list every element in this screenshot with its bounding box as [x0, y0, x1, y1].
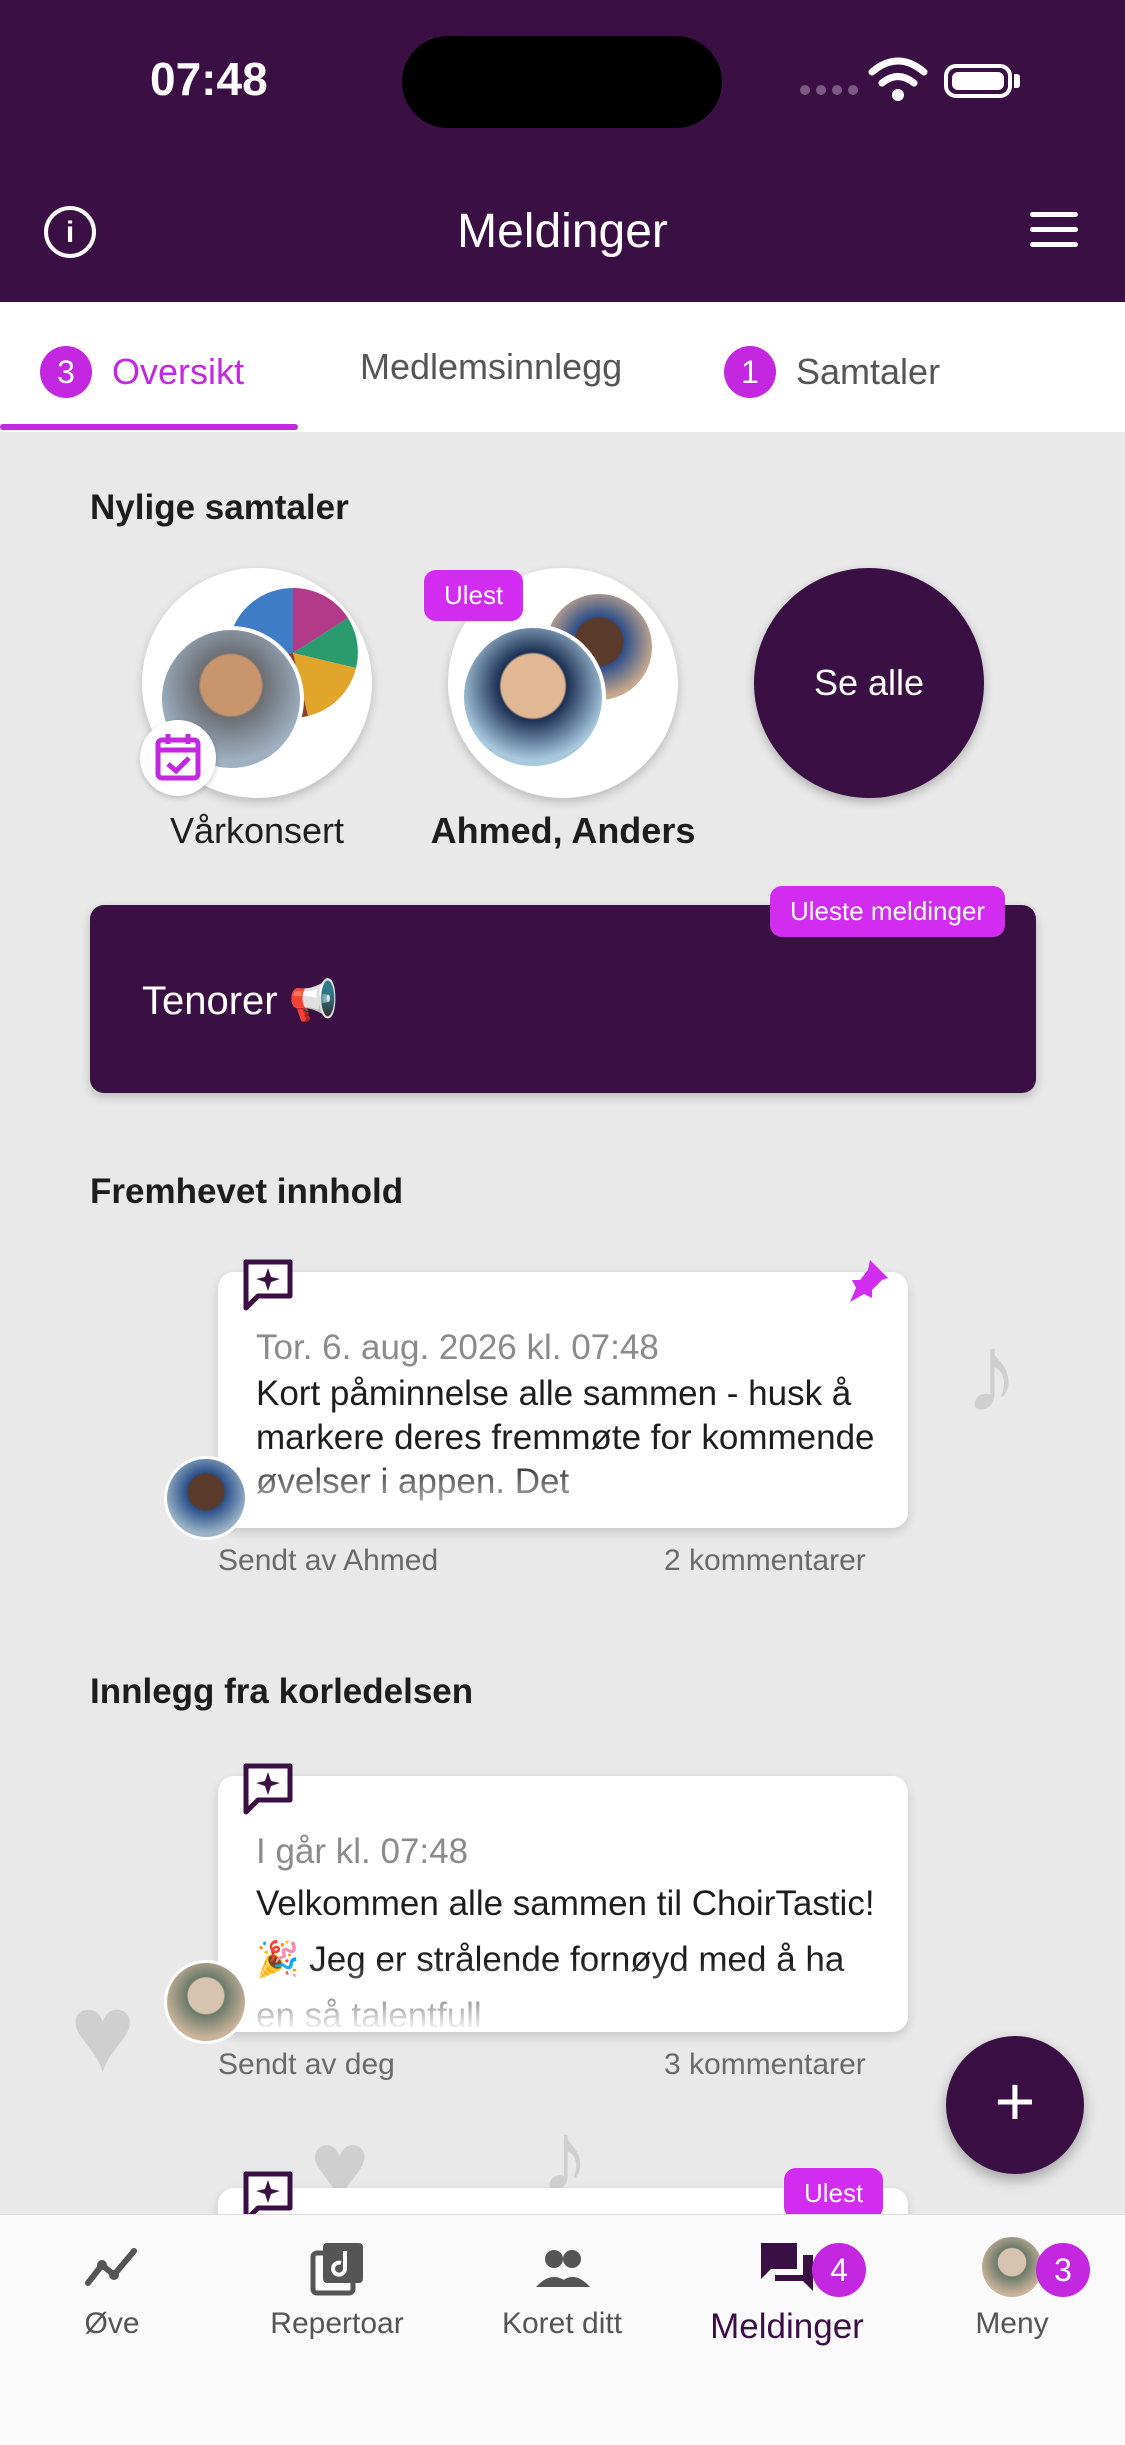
post-author: Sendt av deg — [218, 2048, 395, 2081]
nav-label: Meny — [975, 2307, 1049, 2340]
status-bar: 07:48 — [0, 0, 1125, 160]
tab-label: Oversikt — [112, 351, 245, 392]
nav-label: Repertoar — [270, 2307, 404, 2340]
nav-label: Meldinger — [710, 2307, 864, 2346]
tab-samtaler[interactable]: 1 Samtaler — [724, 346, 940, 398]
unread-messages-tag: Uleste meldinger — [770, 886, 1006, 937]
page-title: Meldinger — [457, 205, 668, 258]
channel-name: Tenorer 📢 — [142, 979, 339, 1023]
conversation-label: Ahmed, Anders — [430, 810, 696, 851]
tab-label: Samtaler — [796, 351, 941, 392]
music-note-icon: ♪ — [964, 1312, 1019, 1435]
post-date: Tor. 6. aug. 2026 kl. 07:48 — [256, 1328, 659, 1367]
music-library-icon — [310, 2243, 363, 2296]
nav-item-koret-ditt[interactable]: Koret ditt — [462, 2237, 662, 2341]
unread-tag: Ulest — [424, 570, 524, 621]
tab-bar: 3 Oversikt Medlemsinnlegg 1 Samtaler — [0, 302, 1125, 432]
tab-medlemsinnlegg[interactable]: Medlemsinnlegg — [360, 346, 622, 388]
text-fade — [218, 1458, 908, 1528]
post-date: I går kl. 07:48 — [256, 1832, 469, 1871]
practice-icon — [85, 2248, 137, 2286]
post-comments[interactable]: 3 kommentarer — [664, 2048, 866, 2082]
nav-label: Koret ditt — [501, 2307, 623, 2340]
calendar-check-icon — [140, 720, 216, 796]
nav-badge: 3 — [1036, 2243, 1090, 2297]
chat-icon — [761, 2243, 813, 2291]
post-author: Sendt av Ahmed — [218, 1544, 439, 1577]
new-post-button[interactable]: + — [946, 2036, 1084, 2174]
battery-tip — [1014, 74, 1020, 88]
author-avatar — [164, 1960, 248, 2044]
wifi-icon — [868, 57, 928, 101]
nav-label: Øve — [84, 2307, 140, 2340]
post-comments[interactable]: 2 kommentarer — [664, 1544, 866, 1578]
dynamic-island — [402, 36, 722, 128]
nav-badge: 4 — [812, 2243, 866, 2297]
leadership-post-card[interactable]: I går kl. 07:48 Velkommen alle sammen ti… — [218, 1776, 908, 2032]
tab-label: Medlemsinnlegg — [360, 346, 623, 387]
battery-icon — [944, 64, 1012, 98]
featured-post-card[interactable]: Tor. 6. aug. 2026 kl. 07:48 Kort påminne… — [218, 1272, 908, 1528]
status-time: 07:48 — [150, 53, 268, 105]
hamburger-menu-icon[interactable] — [1030, 212, 1078, 248]
featured-title: Fremhevet innhold — [90, 1172, 404, 1211]
nav-item-ove[interactable]: Øve — [12, 2237, 212, 2341]
heart-icon: ♥ — [70, 1972, 136, 2095]
tab-badge: 1 — [724, 346, 776, 398]
tab-oversikt[interactable]: 3 Oversikt — [40, 346, 244, 398]
avatar-menu-icon — [982, 2237, 1042, 2297]
app-header: i Meldinger — [0, 160, 1125, 302]
text-fade — [218, 1962, 908, 2032]
pin-icon — [850, 1260, 888, 1302]
nav-item-repertoar[interactable]: Repertoar — [237, 2237, 437, 2341]
leadership-title: Innlegg fra korledelsen — [90, 1672, 474, 1711]
active-tab-indicator — [0, 424, 298, 430]
post-sparkle-icon — [243, 1763, 293, 1815]
see-all-button[interactable]: Se alle — [754, 568, 984, 798]
cellular-signal-icon — [800, 82, 864, 100]
group-icon — [536, 2250, 590, 2287]
avatar — [460, 624, 606, 770]
post-sparkle-icon — [243, 1259, 293, 1311]
tab-badge: 3 — [40, 346, 92, 398]
bottom-navigation: Øve Repertoar Koret ditt Meldinger 4 Men… — [0, 2214, 1125, 2445]
conversation-label: Vårkonsert — [169, 810, 345, 851]
author-avatar — [164, 1456, 248, 1540]
recent-conversations-title: Nylige samtaler — [90, 488, 349, 527]
unread-tag: Ulest — [784, 2168, 884, 2219]
